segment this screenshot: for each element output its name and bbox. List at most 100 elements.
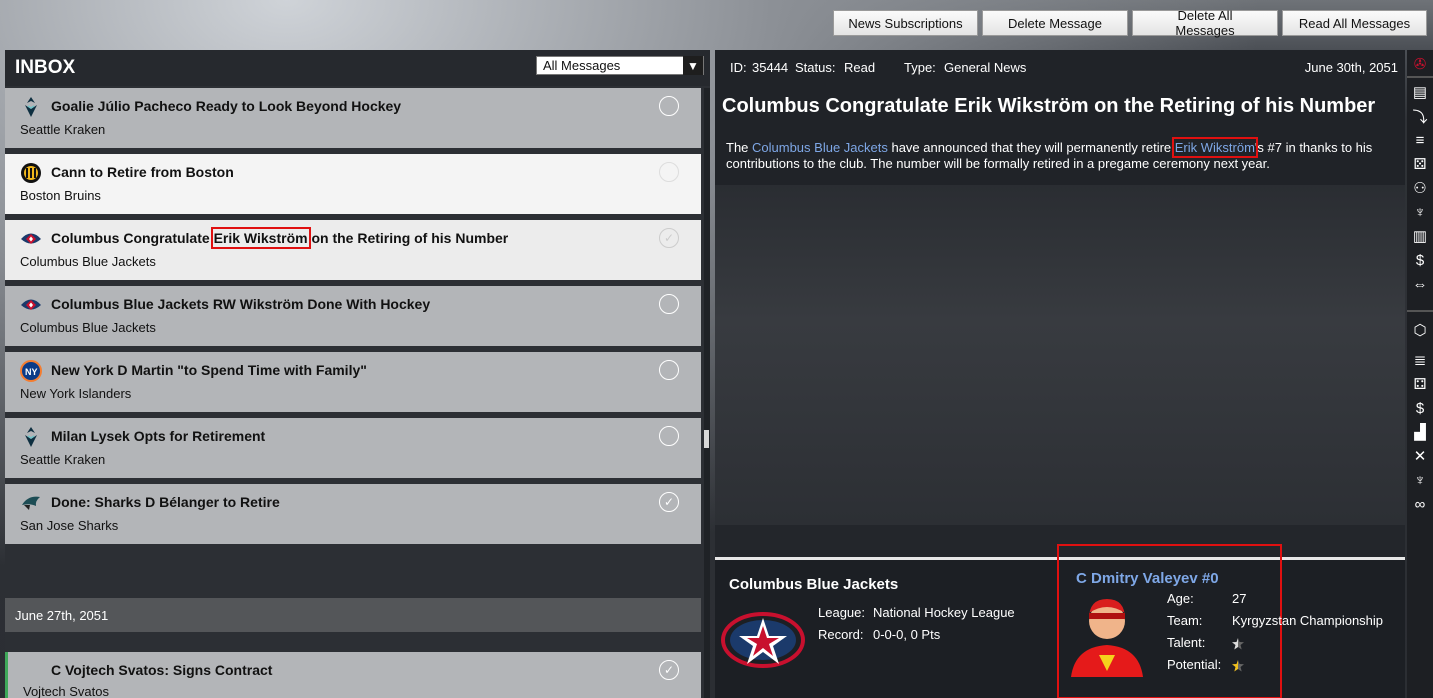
dice-icon[interactable]: ⚄ [1410,154,1430,174]
message-subject: Goalie Júlio Pacheco Ready to Look Beyon… [51,98,402,114]
team-label: Team: [1167,613,1203,628]
delete-message-button[interactable]: Delete Message [982,10,1128,36]
status-value: Read [844,60,876,75]
unread-circle-icon[interactable] [659,96,679,116]
message-team: Boston Bruins [20,188,101,203]
message-title: Columbus Congratulate Erik Wikström on t… [722,95,1376,117]
unread-circle-icon[interactable] [659,162,679,182]
inbox-scrollbar[interactable] [704,88,710,698]
message-subject: New York D Martin "to Spend Time with Fa… [51,362,367,378]
message-item[interactable]: C Vojtech Svatos: Signs Contract Vojtech… [5,652,701,698]
player-name-link[interactable]: C Dmitry Valeyev #0 [1076,570,1219,587]
crossed-sticks-icon[interactable]: ✕ [1410,446,1430,466]
nhl-logo-icon[interactable]: ⬡ [1410,320,1430,340]
team-card-name[interactable]: Columbus Blue Jackets [729,576,898,593]
info-cards: Columbus Blue Jackets League: National H… [715,544,1405,698]
message-team: Seattle Kraken [20,452,106,467]
record-label: Record: [818,627,864,642]
message-item[interactable]: Cann to Retire from Boston Boston Bruins [5,154,701,214]
inbox-header: INBOX All Messages ▼ [5,50,710,86]
svg-text:NY: NY [25,367,38,377]
binoculars-icon[interactable]: ∞ [1410,494,1430,514]
sharks-logo-icon [20,492,42,514]
right-icon-bar: ✇ ▤ ⤵ ≡ ⚄ ⚇ ♆ ▥ $ ⇔ ⬡ ≣ ⚃ $ ▟ ✕ ♆ ∞ [1407,50,1433,698]
message-item-selected[interactable]: Columbus Congratulate Erik Wikström on t… [5,220,701,280]
message-item[interactable]: Done: Sharks D Bélanger to Retire San Jo… [5,484,701,544]
team-link[interactable]: Columbus Blue Jackets [752,140,888,155]
status-label: Status: [795,60,836,75]
talent-label: Talent: [1167,635,1206,650]
message-subject: C Vojtech Svatos: Signs Contract [51,662,273,678]
message-filter-select[interactable]: All Messages ▼ [536,56,704,75]
blue-jackets-logo-icon [20,228,42,250]
message-subject: Cann to Retire from Boston [51,164,234,180]
half-star-icon [1232,637,1244,655]
document-icon[interactable]: ▥ [1410,226,1430,246]
dropdown-arrow-icon[interactable]: ▼ [683,56,703,75]
record-value: 0-0-0, 0 Pts [873,627,941,642]
player-avatar [1067,591,1147,682]
news-subscriptions-button[interactable]: News Subscriptions [833,10,978,36]
blue-jackets-logo-icon [721,610,805,675]
kraken-logo-icon [20,426,42,448]
bruins-logo-icon [20,162,42,184]
message-detail-panel: ID: 35444 Status: Read Type: General New… [715,50,1405,698]
list-icon[interactable]: ≣ [1410,350,1430,370]
player-card: C Dmitry Valeyev #0 Age: 27 Team: Kyrgyz… [1057,544,1383,698]
message-team: Columbus Blue Jackets [20,254,156,269]
message-team: Vojtech Svatos [23,684,109,698]
unread-circle-icon[interactable] [659,294,679,314]
date-separator: June 27th, 2051 [5,598,701,632]
age-value: 27 [1232,591,1247,606]
message-date: June 30th, 2051 [1304,60,1398,75]
trade-icon[interactable]: ⇔ [1410,274,1430,294]
inbox-panel: INBOX All Messages ▼ Goalie Júlio Pachec… [5,50,710,698]
trophy-icon[interactable]: ♆ [1410,470,1430,490]
clipboard-icon[interactable]: ▤ [1410,82,1430,102]
read-all-messages-button[interactable]: Read All Messages [1282,10,1427,36]
red-wings-logo-icon[interactable]: ✇ [1410,54,1430,74]
divider [1407,76,1433,78]
filter-value: All Messages [543,58,621,73]
message-item[interactable]: Columbus Blue Jackets RW Wikström Done W… [5,286,701,346]
list-icon[interactable]: ≡ [1410,130,1430,150]
subject-text: Columbus Congratulate [51,230,214,246]
read-check-icon[interactable]: ✓ [659,228,679,248]
message-body: The Columbus Blue Jackets have announced… [726,137,1391,172]
blue-jackets-logo-icon [20,294,42,316]
read-check-icon[interactable]: ✓ [659,660,679,680]
id-value: 35444 [752,60,789,75]
message-item[interactable]: Milan Lysek Opts for Retirement Seattle … [5,418,701,478]
unread-circle-icon[interactable] [659,360,679,380]
detail-header: ID: 35444 Status: Read Type: General New… [715,50,1405,185]
body-text: The [726,140,753,155]
inbox-title: INBOX [15,57,76,78]
arena-backdrop [715,185,1405,525]
message-item[interactable]: Goalie Júlio Pacheco Ready to Look Beyon… [5,88,701,148]
highlighted-player-name: Erik Wikström [210,227,311,249]
delete-all-messages-button[interactable]: Delete All Messages [1132,8,1278,38]
tactics-icon[interactable]: ⤵ [1410,106,1430,126]
trophy-icon[interactable]: ♆ [1410,202,1430,222]
message-subject: Milan Lysek Opts for Retirement [51,428,266,444]
read-check-icon[interactable]: ✓ [659,492,679,512]
scrollbar-thumb[interactable] [704,430,709,448]
age-label: Age: [1167,591,1194,606]
message-team: Seattle Kraken [20,122,106,137]
player-link[interactable]: Erik Wikström [1171,137,1258,158]
staff-icon[interactable]: ⚇ [1410,178,1430,198]
unread-circle-icon[interactable] [659,426,679,446]
bar-chart-icon[interactable]: ▟ [1410,422,1430,442]
type-value: General News [944,60,1027,75]
league-label: League: [818,605,865,620]
dollar-icon[interactable]: $ [1410,398,1430,418]
finances-people-icon[interactable]: $ [1410,250,1430,270]
message-item[interactable]: NY New York D Martin "to Spend Time with… [5,352,701,412]
dice-icon[interactable]: ⚃ [1410,374,1430,394]
divider [1407,310,1433,312]
kraken-logo-icon [20,96,42,118]
body-text: have announced that they will permanentl… [887,140,1175,155]
potential-label: Potential: [1167,657,1222,672]
league-value: National Hockey League [873,605,1015,620]
message-subject: Columbus Congratulate Erik Wikström on t… [51,227,508,249]
